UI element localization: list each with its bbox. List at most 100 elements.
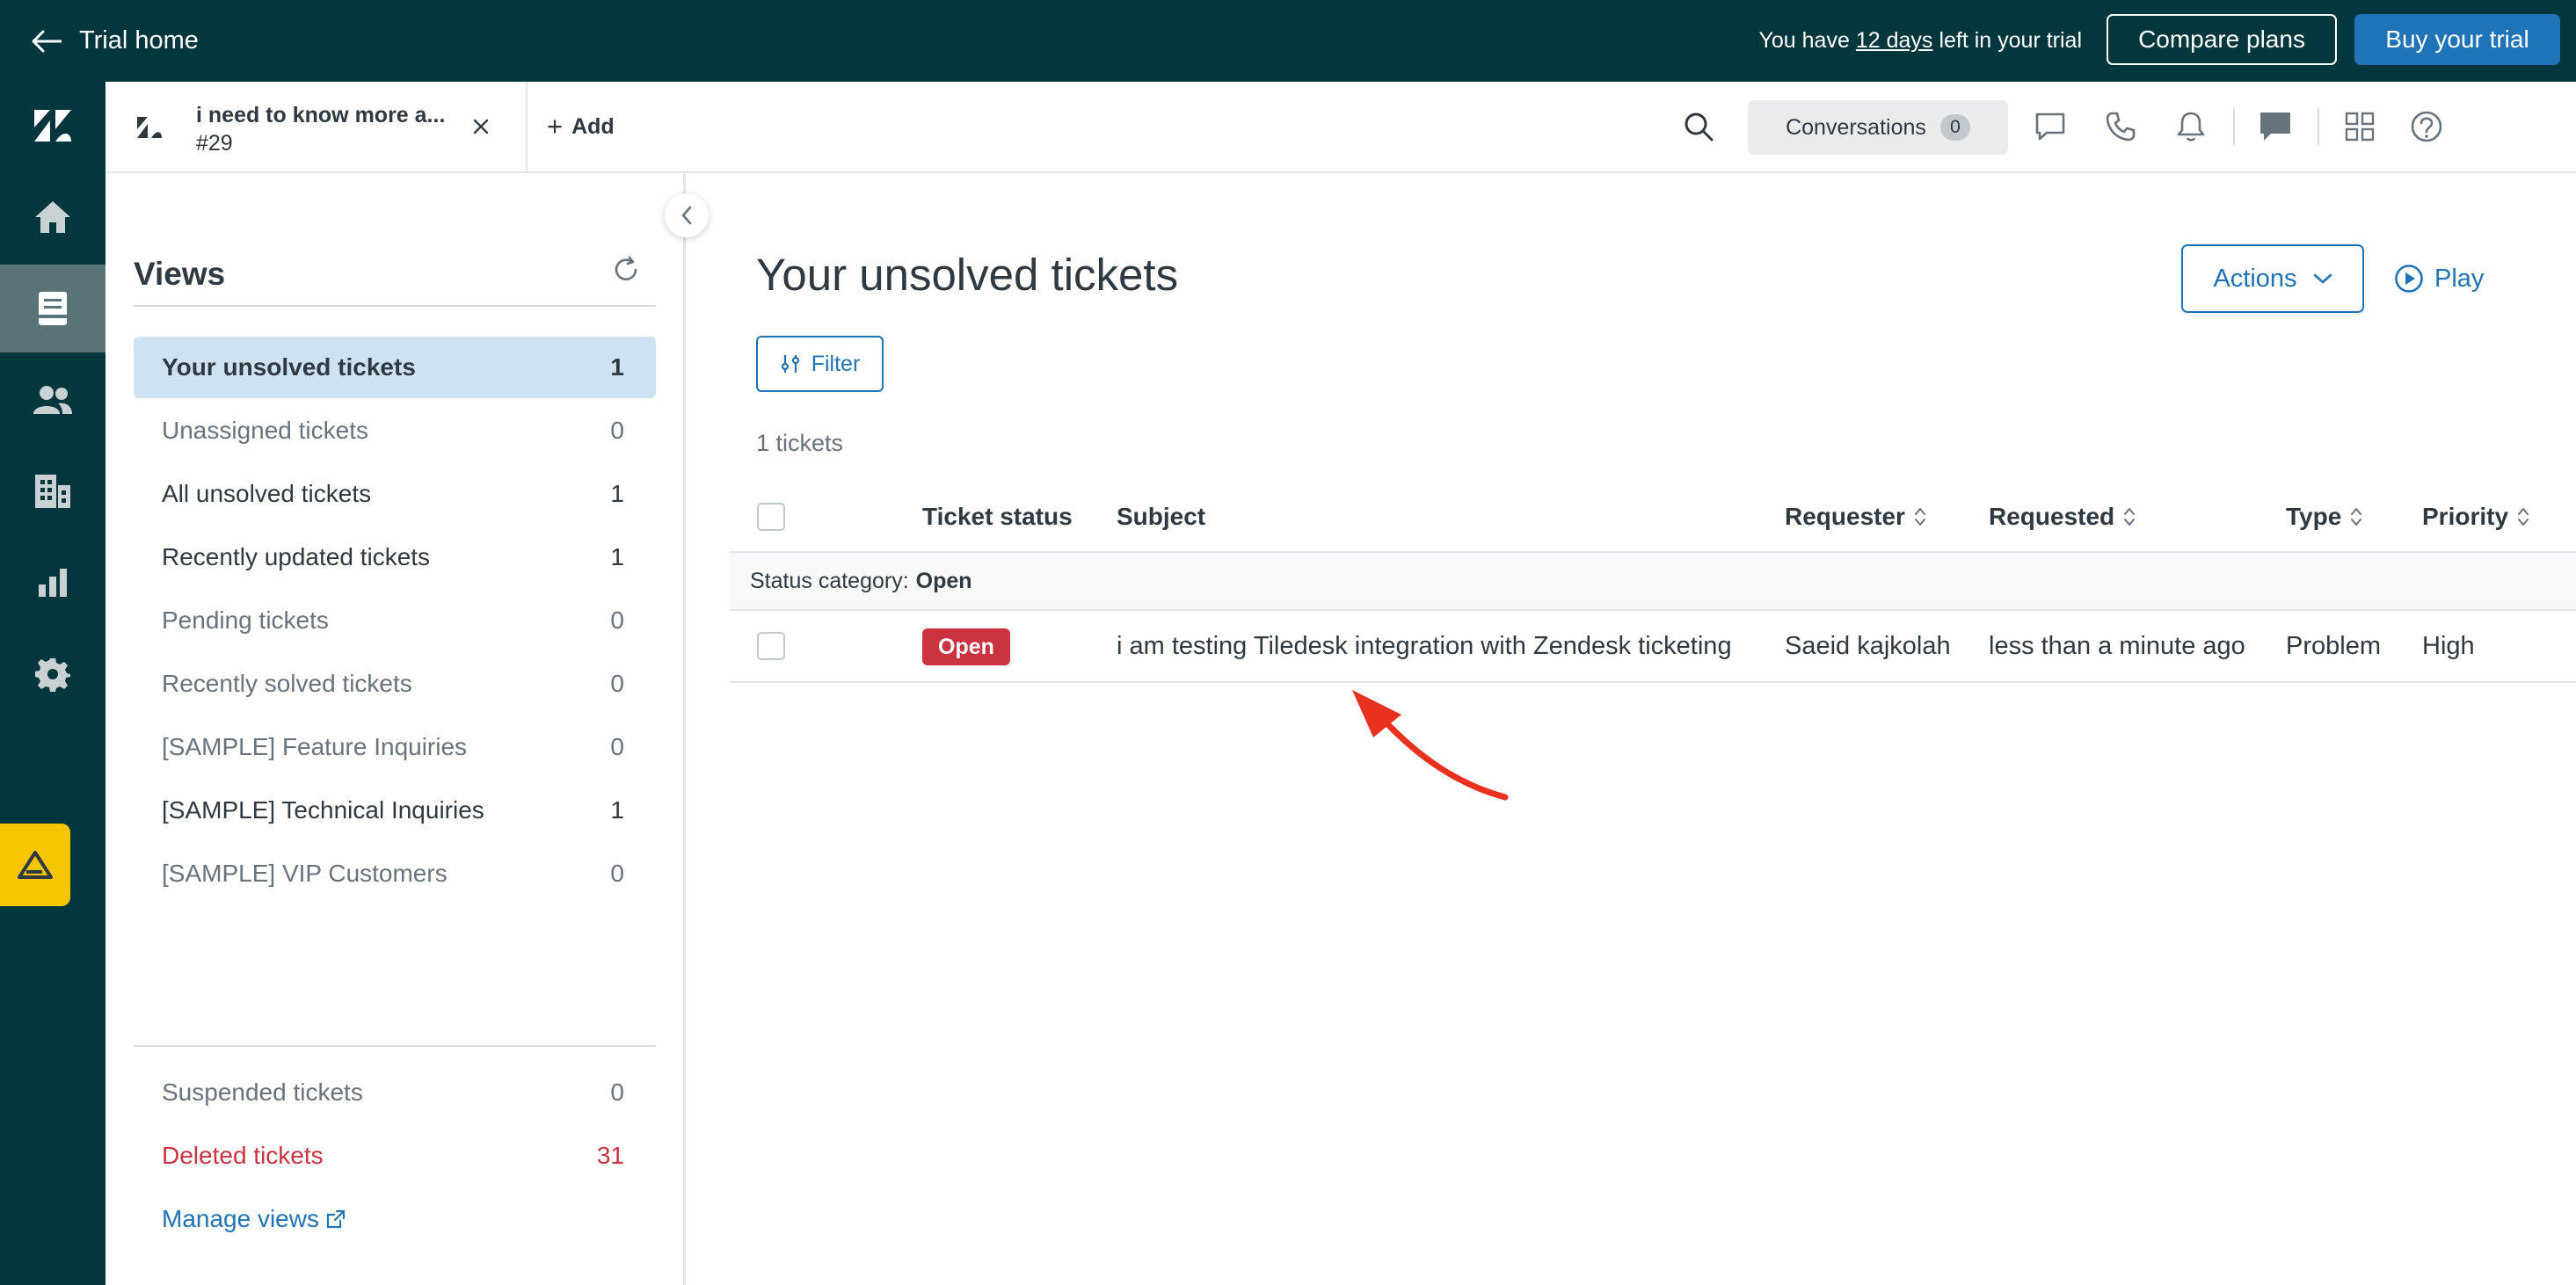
tab-ticket-number: #29: [196, 131, 233, 156]
view-item-suspended-tickets[interactable]: Suspended tickets 0: [134, 1062, 656, 1123]
column-ticket-status[interactable]: Ticket status: [922, 481, 1073, 553]
view-item-your-unsolved-tickets[interactable]: Your unsolved tickets 1: [134, 337, 656, 398]
sort-icon: [2124, 508, 2136, 526]
header-divider: [2318, 108, 2319, 145]
column-label: Requested: [1989, 503, 2115, 530]
collapse-views-button[interactable]: [665, 193, 709, 237]
view-label: [SAMPLE] VIP Customers: [162, 860, 448, 887]
ticket-tab[interactable]: i need to know more a... #29: [106, 82, 528, 171]
column-requested[interactable]: Requested: [1989, 481, 2136, 553]
ticket-requester[interactable]: Saeid kajkolah: [1785, 611, 1951, 681]
view-label: [SAMPLE] Technical Inquiries: [162, 796, 484, 824]
trial-days-message: You have 12 days left in your trial: [1759, 0, 2082, 82]
trial-days-link[interactable]: 12 days: [1856, 28, 1933, 54]
tab-title: i need to know more a...: [196, 103, 446, 127]
view-count: 0: [610, 733, 624, 760]
filter-sliders-icon: [781, 355, 799, 373]
sort-icon: [2351, 508, 2362, 526]
view-count: 0: [610, 670, 624, 697]
plus-icon: +: [547, 111, 564, 142]
tickets-count: 1 tickets: [756, 430, 844, 456]
view-item-recently-updated-tickets[interactable]: Recently updated tickets 1: [134, 526, 656, 588]
views-heading: Views: [134, 256, 226, 292]
row-checkbox[interactable]: [757, 632, 785, 660]
filter-label: Filter: [811, 351, 861, 376]
view-count: 1: [610, 353, 624, 381]
view-label: [SAMPLE] Feature Inquiries: [162, 733, 468, 760]
add-label: Add: [571, 113, 615, 139]
views-divider: [134, 305, 656, 307]
phone-icon[interactable]: [2099, 105, 2142, 148]
view-item-pending-tickets[interactable]: Pending tickets 0: [134, 590, 656, 651]
views-divider: [134, 1045, 656, 1047]
tickets-table-header: Ticket status Subject Requester Requeste…: [730, 481, 2576, 553]
view-item-sample-technical-inquiries[interactable]: [SAMPLE] Technical Inquiries 1: [134, 780, 656, 841]
actions-button[interactable]: Actions: [2181, 244, 2364, 313]
add-tab-button[interactable]: + Add: [547, 82, 615, 171]
column-priority[interactable]: Priority: [2422, 481, 2529, 553]
column-type[interactable]: Type: [2286, 481, 2362, 553]
filter-button[interactable]: Filter: [756, 336, 884, 392]
messaging-icon[interactable]: [2254, 105, 2296, 148]
search-icon[interactable]: [1677, 105, 1720, 148]
view-label: All unsolved tickets: [162, 480, 372, 507]
conversations-count-badge: 0: [1939, 114, 1970, 141]
ticket-subject[interactable]: i am testing Tiledesk integration with Z…: [1117, 611, 1732, 681]
view-item-sample-vip-customers[interactable]: [SAMPLE] VIP Customers 0: [134, 843, 656, 904]
column-requester[interactable]: Requester: [1785, 481, 1926, 553]
views-icon[interactable]: [0, 265, 106, 352]
chat-bubble-icon[interactable]: [2029, 105, 2071, 148]
column-label: Requester: [1785, 503, 1905, 530]
play-label: Play: [2434, 264, 2485, 293]
zendesk-logo-icon[interactable]: [0, 82, 106, 170]
view-label: Your unsolved tickets: [162, 353, 416, 381]
view-item-all-unsolved-tickets[interactable]: All unsolved tickets 1: [134, 463, 656, 525]
view-label: Suspended tickets: [162, 1078, 363, 1106]
trial-home-label: Trial home: [79, 26, 199, 54]
select-all-checkbox[interactable]: [757, 503, 785, 531]
help-question-icon[interactable]: [2405, 105, 2448, 148]
arrow-left-icon: [32, 30, 62, 52]
trial-home-link[interactable]: Trial home: [32, 0, 199, 82]
close-tab-icon[interactable]: [466, 112, 496, 142]
buy-trial-button[interactable]: Buy your trial: [2354, 14, 2560, 65]
manage-views-link[interactable]: Manage views: [162, 1205, 346, 1233]
view-count: 1: [610, 796, 624, 824]
brand-switcher-icon[interactable]: [0, 824, 70, 906]
view-label: Recently solved tickets: [162, 670, 412, 697]
table-row[interactable]: Open i am testing Tiledesk integration w…: [730, 611, 2576, 683]
refresh-views-icon[interactable]: [612, 256, 640, 288]
product-tray-grid-icon[interactable]: [2339, 105, 2381, 148]
view-label: Unassigned tickets: [162, 417, 369, 444]
reporting-icon[interactable]: [0, 539, 106, 627]
view-count: 1: [610, 480, 624, 507]
notifications-bell-icon[interactable]: [2170, 105, 2212, 148]
view-item-recently-solved-tickets[interactable]: Recently solved tickets 0: [134, 653, 656, 715]
conversations-button[interactable]: Conversations 0: [1748, 100, 2008, 155]
play-button[interactable]: Play: [2394, 244, 2484, 313]
view-label: Pending tickets: [162, 606, 329, 634]
column-label: Priority: [2422, 503, 2509, 530]
organizations-icon[interactable]: [0, 447, 106, 535]
ticket-type: Problem: [2286, 631, 2381, 660]
view-count: 0: [610, 860, 624, 887]
views-panel: Views Your unsolved tickets 1 Unassigned…: [106, 173, 686, 1285]
view-item-unassigned-tickets[interactable]: Unassigned tickets 0: [134, 400, 656, 461]
customers-icon[interactable]: [0, 356, 106, 444]
status-category-group-row: Status category: Open: [730, 553, 2576, 611]
home-icon[interactable]: [0, 173, 106, 261]
ticket-priority: High: [2422, 631, 2475, 660]
ticket-requested: less than a minute ago: [1989, 631, 2245, 660]
view-label: Recently updated tickets: [162, 543, 431, 570]
status-badge: Open: [922, 628, 1010, 665]
external-link-icon: [326, 1209, 346, 1229]
compare-plans-button[interactable]: Compare plans: [2107, 14, 2337, 65]
column-label: Type: [2286, 503, 2342, 530]
view-item-sample-feature-inquiries[interactable]: [SAMPLE] Feature Inquiries 0: [134, 716, 656, 778]
admin-gear-icon[interactable]: [0, 630, 106, 718]
column-subject[interactable]: Subject: [1117, 481, 1205, 553]
view-item-deleted-tickets[interactable]: Deleted tickets 31: [134, 1125, 656, 1187]
group-value: Open: [915, 568, 972, 593]
view-count: 1: [610, 543, 624, 570]
view-count: 0: [610, 417, 624, 444]
